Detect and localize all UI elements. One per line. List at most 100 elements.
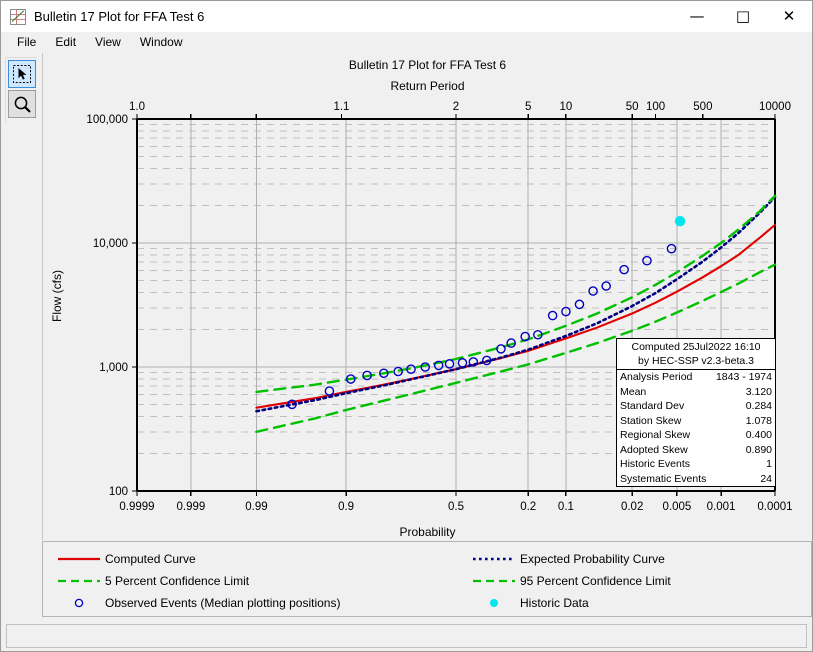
stats-row-value: 1 bbox=[766, 458, 772, 470]
legend-entry[interactable]: Observed Events (Median plotting positio… bbox=[53, 592, 340, 614]
axis-tick-label: 10,000 bbox=[93, 238, 128, 250]
legend-label: 5 Percent Confidence Limit bbox=[105, 574, 250, 588]
dotted-line-symbol bbox=[473, 557, 515, 561]
stats-row: Historic Events 1 bbox=[617, 457, 775, 472]
menu-item-file[interactable]: File bbox=[8, 33, 45, 52]
plot-window: Bulletin 17 Plot for FFA Test 6 — □ ✕ Fi… bbox=[0, 0, 813, 652]
axis-tick-label: 100,000 bbox=[86, 114, 128, 126]
axis-tick-label: 0.999 bbox=[177, 501, 206, 513]
dashed-line-symbol bbox=[58, 579, 100, 583]
title-bar: Bulletin 17 Plot for FFA Test 6 — □ ✕ bbox=[1, 1, 812, 32]
stats-row-value: 24 bbox=[760, 472, 772, 485]
stats-row-label: Regional Skew bbox=[620, 429, 691, 441]
stats-row-value: 3.120 bbox=[745, 385, 772, 398]
minimize-icon: — bbox=[689, 7, 705, 25]
magnifier-icon bbox=[14, 96, 31, 113]
data-point bbox=[324, 386, 335, 396]
legend-label: Historic Data bbox=[520, 596, 589, 610]
legend-entry[interactable]: Computed Curve bbox=[53, 548, 340, 570]
legend-panel: Computed Curve 5 Percent Confidence Limit… bbox=[42, 541, 812, 617]
zoom-tool[interactable] bbox=[8, 90, 36, 118]
open-circle-symbol bbox=[74, 598, 84, 608]
stats-row-value: 0.890 bbox=[745, 443, 772, 456]
legend-entry[interactable]: 95 Percent Confidence Limit bbox=[468, 570, 671, 592]
data-point bbox=[642, 255, 652, 266]
minimize-button[interactable]: — bbox=[674, 1, 720, 32]
legend-label: Observed Events (Median plotting positio… bbox=[105, 596, 341, 610]
axis-tick-label: 1.1 bbox=[333, 101, 349, 113]
axis-tick-label: 100 bbox=[646, 101, 665, 113]
stats-by-line: by HEC-SSP v2.3-beta.3 bbox=[638, 355, 754, 367]
axis-tick-label: 0.9999 bbox=[119, 501, 154, 513]
axis-tick-label: 1,000 bbox=[99, 362, 128, 374]
axis-tick-label: 0.001 bbox=[707, 501, 736, 513]
stats-row: Standard Dev 0.284 bbox=[617, 399, 775, 414]
stats-row-value: 1.078 bbox=[745, 414, 772, 427]
stats-row-value: 0.284 bbox=[745, 400, 772, 412]
solid-line-symbol bbox=[58, 557, 100, 561]
axis-tick-label: 500 bbox=[693, 101, 712, 113]
stats-row-label: Station Skew bbox=[620, 414, 682, 427]
menu-bar: File Edit View Window bbox=[1, 32, 812, 53]
maximize-icon: □ bbox=[735, 7, 751, 25]
axis-tick-label: 10 bbox=[560, 101, 573, 113]
data-point bbox=[547, 310, 558, 321]
menu-item-edit[interactable]: Edit bbox=[46, 33, 85, 52]
stats-row-label: Standard Dev bbox=[620, 400, 685, 412]
menu-item-window[interactable]: Window bbox=[131, 33, 192, 52]
axis-tick-label: 100 bbox=[109, 486, 128, 498]
legend-symbol bbox=[468, 596, 520, 610]
axis-tick-label: 10000 bbox=[759, 101, 791, 113]
axis-tick-label: 1.0 bbox=[129, 101, 145, 113]
stats-row-value: 1843 - 1974 bbox=[715, 371, 772, 383]
legend-entry[interactable]: Expected Probability Curve bbox=[468, 548, 671, 570]
status-bar bbox=[6, 624, 807, 648]
data-point bbox=[574, 299, 585, 310]
stats-row-label: Adopted Skew bbox=[620, 443, 688, 456]
data-point bbox=[588, 286, 598, 296]
content-area: Bulletin 17 Plot for FFA Test 6 Return P… bbox=[1, 53, 812, 622]
series-filled-circle bbox=[674, 215, 686, 227]
maximize-button[interactable]: □ bbox=[720, 1, 766, 32]
legend-symbol bbox=[468, 574, 520, 588]
legend-symbol bbox=[53, 574, 105, 588]
dashed-line-symbol bbox=[473, 579, 515, 583]
data-point bbox=[457, 358, 468, 368]
stats-row: Adopted Skew 0.890 bbox=[617, 443, 775, 458]
stats-row-label: Systematic Events bbox=[620, 472, 707, 485]
chart-icon bbox=[10, 8, 26, 25]
axis-tick-label: 0.005 bbox=[663, 501, 692, 513]
legend-entry[interactable]: Historic Data bbox=[468, 592, 671, 614]
axis-tick-label: 0.02 bbox=[621, 501, 643, 513]
plot-toolbar bbox=[5, 57, 37, 123]
stats-rows: Analysis Period 1843 - 1974 Mean 3.120 Stand… bbox=[617, 370, 775, 486]
menu-item-view[interactable]: View bbox=[86, 33, 130, 52]
data-point bbox=[601, 281, 611, 291]
legend-column-right: Expected Probability Curve 95 Percent Con… bbox=[468, 548, 671, 614]
legend-symbol bbox=[53, 552, 105, 566]
stats-row-value: 0.400 bbox=[745, 429, 772, 441]
axis-tick-label: 5 bbox=[525, 101, 531, 113]
legend-symbol bbox=[468, 552, 520, 566]
legend-entry[interactable]: 5 Percent Confidence Limit bbox=[53, 570, 340, 592]
stats-row: Regional Skew 0.400 bbox=[617, 428, 775, 443]
stats-row: Analysis Period 1843 - 1974 bbox=[617, 370, 775, 385]
axis-tick-label: 0.99 bbox=[245, 501, 267, 513]
axis-tick-label: 50 bbox=[626, 101, 639, 113]
legend-label: Expected Probability Curve bbox=[520, 552, 665, 566]
close-icon: ✕ bbox=[782, 7, 796, 25]
axis-tick-label: 0.1 bbox=[558, 501, 574, 513]
stats-row: Mean 3.120 bbox=[617, 385, 775, 400]
legend-label: Computed Curve bbox=[105, 552, 196, 566]
stats-row-label: Analysis Period bbox=[620, 371, 693, 383]
select-tool[interactable] bbox=[8, 60, 36, 88]
data-point bbox=[674, 215, 686, 227]
plot-panel: Bulletin 17 Plot for FFA Test 6 Return P… bbox=[42, 53, 812, 540]
data-point bbox=[619, 264, 629, 275]
stats-row-label: Historic Events bbox=[620, 458, 691, 470]
legend-label: 95 Percent Confidence Limit bbox=[520, 574, 671, 588]
stats-computed-line: Computed 25Jul2022 16:10 bbox=[631, 341, 761, 353]
cursor-arrow-icon bbox=[13, 65, 31, 83]
axis-tick-label: 0.5 bbox=[448, 501, 464, 513]
close-button[interactable]: ✕ bbox=[766, 1, 812, 32]
